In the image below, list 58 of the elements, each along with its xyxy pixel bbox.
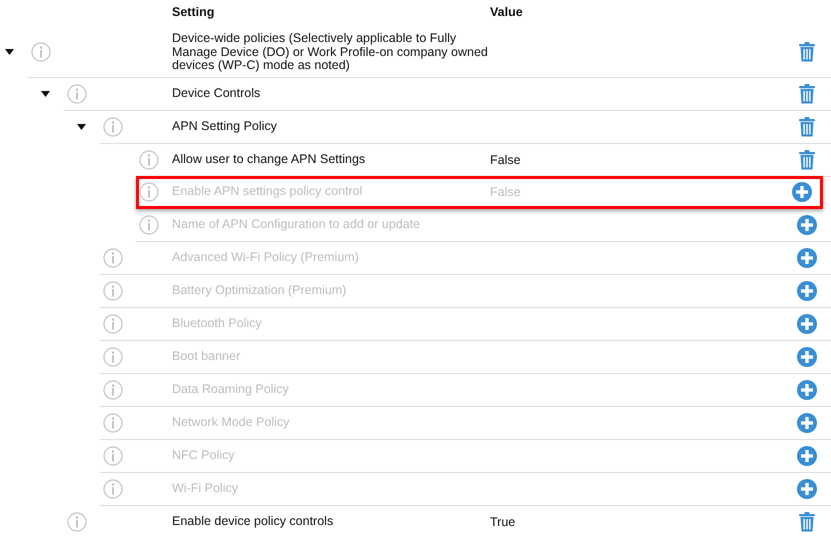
setting-label: Name of APN Configuration to add or update — [172, 216, 422, 233]
info-icon[interactable] — [103, 314, 123, 334]
setting-label: Enable APN settings policy control — [172, 183, 364, 200]
add-icon[interactable] — [797, 280, 817, 300]
trash-icon — [799, 150, 815, 169]
setting-label: Data Roaming Policy — [172, 380, 290, 398]
add-icon[interactable] — [797, 478, 817, 498]
info-icon[interactable] — [67, 84, 87, 104]
info-icon[interactable] — [139, 214, 159, 234]
caret-icon[interactable] — [5, 48, 14, 58]
add-icon[interactable] — [797, 314, 817, 334]
column-header: Value — [490, 5, 523, 19]
info-icon[interactable] — [103, 116, 123, 136]
column-header: Setting — [172, 5, 216, 19]
info-icon[interactable] — [103, 248, 123, 268]
info-icon[interactable] — [103, 280, 123, 300]
setting-value: False — [490, 152, 522, 166]
setting-label: Bluetooth Policy — [172, 314, 263, 332]
info-icon[interactable] — [103, 346, 123, 366]
caret-icon[interactable] — [41, 90, 50, 98]
trash-icon[interactable] — [798, 116, 816, 136]
setting-label: Device Controls — [172, 84, 262, 102]
add-icon[interactable] — [792, 182, 812, 202]
setting-label: Device-wide policies (Selectively applicable to Fully Manage Device (DO) or Work Profile-on company owned devices (WP-C) mode as noted) — [172, 30, 489, 74]
trash-icon — [799, 116, 815, 136]
setting-value: True — [490, 514, 516, 528]
add-icon[interactable] — [797, 214, 817, 234]
setting-label: Allow user to change APN Settings — [172, 150, 366, 168]
add-icon[interactable] — [797, 248, 817, 268]
info-icon[interactable] — [31, 42, 51, 62]
setting-label: NFC Policy — [172, 446, 236, 464]
info-icon[interactable] — [67, 512, 87, 532]
info-icon[interactable] — [103, 380, 123, 400]
trash-icon[interactable] — [798, 150, 816, 170]
add-icon[interactable] — [797, 380, 817, 400]
trash-icon — [799, 42, 815, 62]
trash-icon — [799, 512, 815, 531]
setting-label: APN Setting Policy — [172, 118, 278, 135]
add-icon[interactable] — [797, 412, 817, 432]
trash-icon[interactable] — [798, 512, 816, 532]
info-icon[interactable] — [139, 182, 159, 202]
setting-label: Battery Optimization (Premium) — [172, 282, 348, 299]
info-icon[interactable] — [103, 446, 123, 466]
caret-icon[interactable] — [77, 122, 86, 132]
setting-label: Network Mode Policy — [172, 414, 290, 431]
add-icon[interactable] — [797, 346, 817, 366]
setting-label: Boot banner — [172, 348, 242, 365]
info-icon[interactable] — [139, 150, 159, 170]
trash-icon[interactable] — [798, 42, 816, 62]
info-icon[interactable] — [103, 412, 123, 432]
trash-icon — [799, 84, 815, 103]
setting-value: False — [490, 185, 522, 199]
setting-label: Wi-Fi Policy — [172, 480, 239, 497]
trash-icon[interactable] — [798, 84, 816, 104]
info-icon[interactable] — [103, 478, 123, 498]
setting-label: Enable device policy controls — [172, 512, 334, 530]
setting-label: Advanced Wi-Fi Policy (Premium) — [172, 248, 360, 266]
add-icon[interactable] — [797, 446, 817, 466]
